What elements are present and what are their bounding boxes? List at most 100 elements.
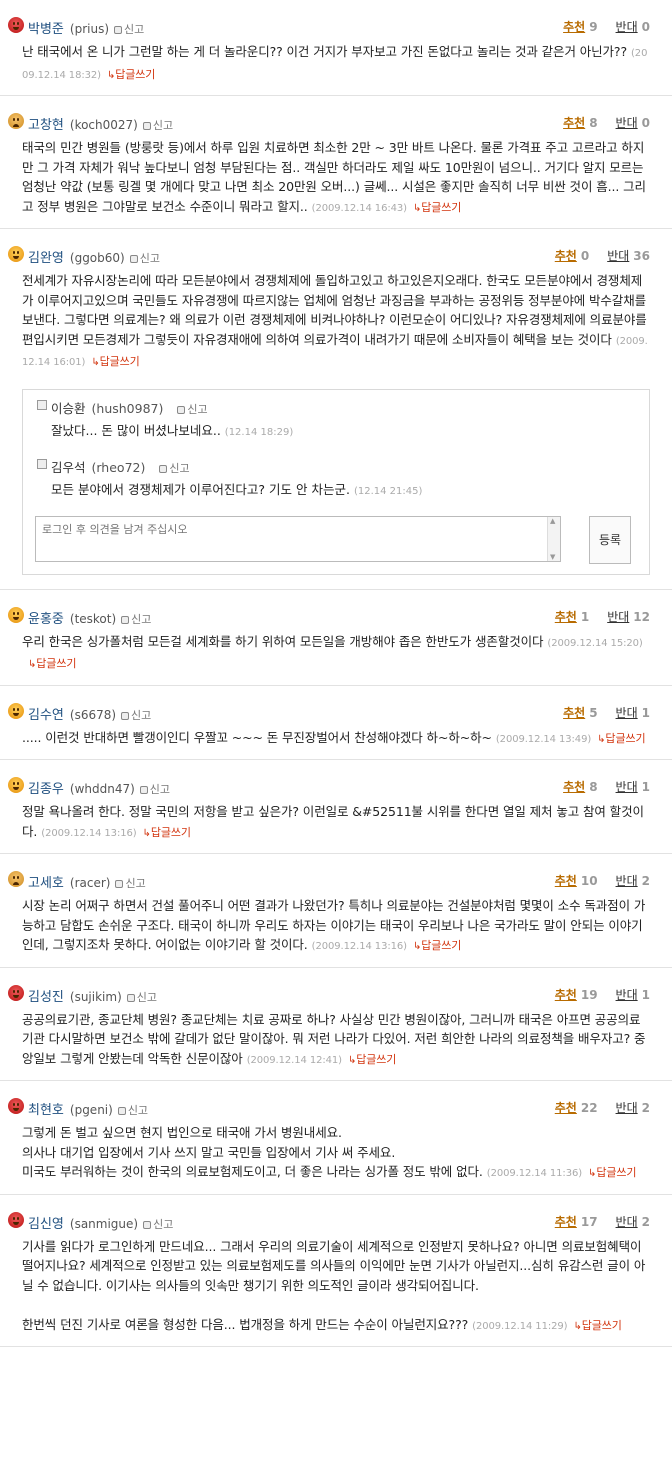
recommend-button[interactable]: 추천 <box>555 249 577 263</box>
emoticon-icon <box>8 1211 24 1228</box>
author-name[interactable]: 고세호 <box>28 876 64 891</box>
vote-area: 추천 8 반대 0 <box>563 114 650 131</box>
recommend-button[interactable]: 추천 <box>555 1101 577 1115</box>
author-name[interactable]: 최현호 <box>28 1103 64 1118</box>
reply-link[interactable]: ↳답글쓰기 <box>597 732 645 745</box>
reply-link-label: 답글쓰기 <box>605 731 646 745</box>
author-name[interactable]: 김수연 <box>28 708 64 723</box>
emoticon-mouth <box>13 616 19 620</box>
emoticon-icon <box>8 17 24 33</box>
comment-date: (2009.12.14 13:49) <box>495 733 592 745</box>
author: 윤홍중 (teskot) 신고 <box>28 608 151 627</box>
report-button[interactable]: 신고 <box>117 1104 148 1117</box>
oppose-button[interactable]: 반대 <box>616 1101 638 1115</box>
report-label: 신고 <box>131 708 152 722</box>
oppose-button[interactable]: 반대 <box>616 1215 638 1229</box>
comment-date: (2009.12.14 16:43) <box>311 202 407 214</box>
oppose-count: 0 <box>641 20 650 34</box>
oppose-button[interactable]: 반대 <box>607 610 629 624</box>
reply-link[interactable]: ↳답글쓰기 <box>91 355 139 368</box>
author-name[interactable]: 김신영 <box>28 1217 64 1232</box>
reply-arrow-icon: ↳ <box>412 941 422 952</box>
reply-content: 잘났다... 돈 많이 버셨나보네요.. <box>51 422 221 438</box>
emoticon-mouth <box>13 882 19 885</box>
oppose-button[interactable]: 반대 <box>616 988 638 1002</box>
reply-input[interactable] <box>35 515 561 562</box>
emoticon-mouth <box>13 712 19 716</box>
recommend-button[interactable]: 추천 <box>563 706 585 720</box>
oppose-button[interactable]: 반대 <box>616 874 638 888</box>
author-id: (sanmigue) <box>69 1216 139 1231</box>
reply-link[interactable]: ↳답글쓰기 <box>413 939 461 952</box>
emoticon-mouth <box>13 787 19 790</box>
reply-author-name[interactable]: 이승환 <box>51 401 86 416</box>
oppose-count: 2 <box>641 874 650 888</box>
reply-report-button[interactable]: 신고 <box>159 462 190 475</box>
submit-button[interactable]: 등록 <box>589 515 631 564</box>
report-button[interactable]: 신고 <box>129 252 160 265</box>
oppose-button[interactable]: 반대 <box>616 780 638 794</box>
author-name[interactable]: 윤홍중 <box>28 612 64 627</box>
reply-link[interactable]: ↳답글쓰기 <box>573 1319 621 1332</box>
comment-item: 김수연 (s6678) 신고 추천 5 반대 1 ..... 이런것 반대하면 빨갱이인디 우… <box>0 686 672 760</box>
comment-item: 김종우 (whddn47) 신고 추천 8 반대 1 정말 욕나올려 한다. 정말 국민의 저… <box>0 760 672 854</box>
recommend-button[interactable]: 추천 <box>555 874 577 888</box>
report-button[interactable]: 신고 <box>121 709 151 722</box>
reply-link[interactable]: ↳답글쓰기 <box>107 68 155 81</box>
author: 고창현 (koch0027) 신고 <box>28 114 173 133</box>
author-id: (teskot) <box>69 611 117 626</box>
recommend-button[interactable]: 추천 <box>555 610 577 624</box>
author-name[interactable]: 김종우 <box>28 782 64 797</box>
reply-link-label: 답글쓰기 <box>356 1052 397 1066</box>
oppose-button[interactable]: 반대 <box>616 116 638 130</box>
reply-date: (12.14 21:45) <box>353 485 423 497</box>
recommend-button[interactable]: 추천 <box>555 988 577 1002</box>
reply-link[interactable]: ↳답글쓰기 <box>143 826 191 839</box>
author-name[interactable]: 김완영 <box>28 251 64 266</box>
report-button[interactable]: 신고 <box>126 991 157 1004</box>
recommend-button[interactable]: 추천 <box>563 20 585 34</box>
emoticon-mouth <box>13 124 19 127</box>
recommend-button[interactable]: 추천 <box>555 1215 577 1229</box>
report-label: 신고 <box>187 402 208 416</box>
recommend-button[interactable]: 추천 <box>563 116 585 130</box>
recommend-button[interactable]: 추천 <box>563 780 585 794</box>
reply-link[interactable]: ↳답글쓰기 <box>588 1166 636 1179</box>
report-button[interactable]: 신고 <box>139 783 170 796</box>
oppose-button[interactable]: 반대 <box>607 249 629 263</box>
reply-input-scrollbar[interactable] <box>547 516 560 561</box>
report-button[interactable]: 신고 <box>143 1218 173 1231</box>
reply-link[interactable]: ↳답글쓰기 <box>28 657 76 670</box>
author: 김성진 (sujikim) 신고 <box>28 986 157 1005</box>
report-button[interactable]: 신고 <box>142 119 173 132</box>
comment-line: 기사를 읽다가 로그인하게 만드네요... 그래서 우리의 의료기술이 세계적으… <box>22 1238 646 1293</box>
reply-link[interactable]: ↳답글쓰기 <box>413 201 461 214</box>
reply-link[interactable]: ↳답글쓰기 <box>348 1053 396 1066</box>
comment-header: 고창현 (koch0027) 신고 추천 8 반대 0 <box>8 112 650 134</box>
emoticon-mouth <box>13 994 19 998</box>
author-name[interactable]: 박병준 <box>28 22 64 37</box>
author-id: (whddn47) <box>69 782 135 796</box>
recommend-count: 8 <box>589 116 598 130</box>
report-icon <box>114 26 122 34</box>
report-button[interactable]: 신고 <box>121 613 151 626</box>
report-button[interactable]: 신고 <box>114 23 144 36</box>
report-icon <box>139 786 148 794</box>
author-id: (ggob60) <box>69 251 125 265</box>
report-button[interactable]: 신고 <box>115 877 146 890</box>
author-name[interactable]: 고창현 <box>28 118 64 133</box>
comment-header: 김완영 (ggob60) 신고 추천 0 반대 36 <box>8 245 650 267</box>
comment-text: 난 태국에서 온 니가 그런말 하는 게 더 놀라운디?? 이건 거지가 부자보… <box>22 44 627 59</box>
comment-item: 박병준 (prius) 신고 추천 9 반대 0 난 태국에서 온 니가 그런말 하는 게 더… <box>0 0 672 96</box>
oppose-button[interactable]: 반대 <box>616 20 638 34</box>
emoticon-icon <box>8 1098 24 1114</box>
reply-author-name[interactable]: 김우석 <box>51 460 86 475</box>
reply-report-button[interactable]: 신고 <box>177 402 208 416</box>
author: 김완영 (ggob60) 신고 <box>28 247 160 266</box>
reply-arrow-icon: ↳ <box>106 69 116 81</box>
author: 김종우 (whddn47) 신고 <box>28 778 170 797</box>
reply-link-label: 답글쓰기 <box>150 825 191 839</box>
author-name[interactable]: 김성진 <box>28 990 64 1005</box>
oppose-button[interactable]: 반대 <box>616 706 638 720</box>
reply-header: 김우석 (rheo72) 신고 <box>51 457 637 476</box>
